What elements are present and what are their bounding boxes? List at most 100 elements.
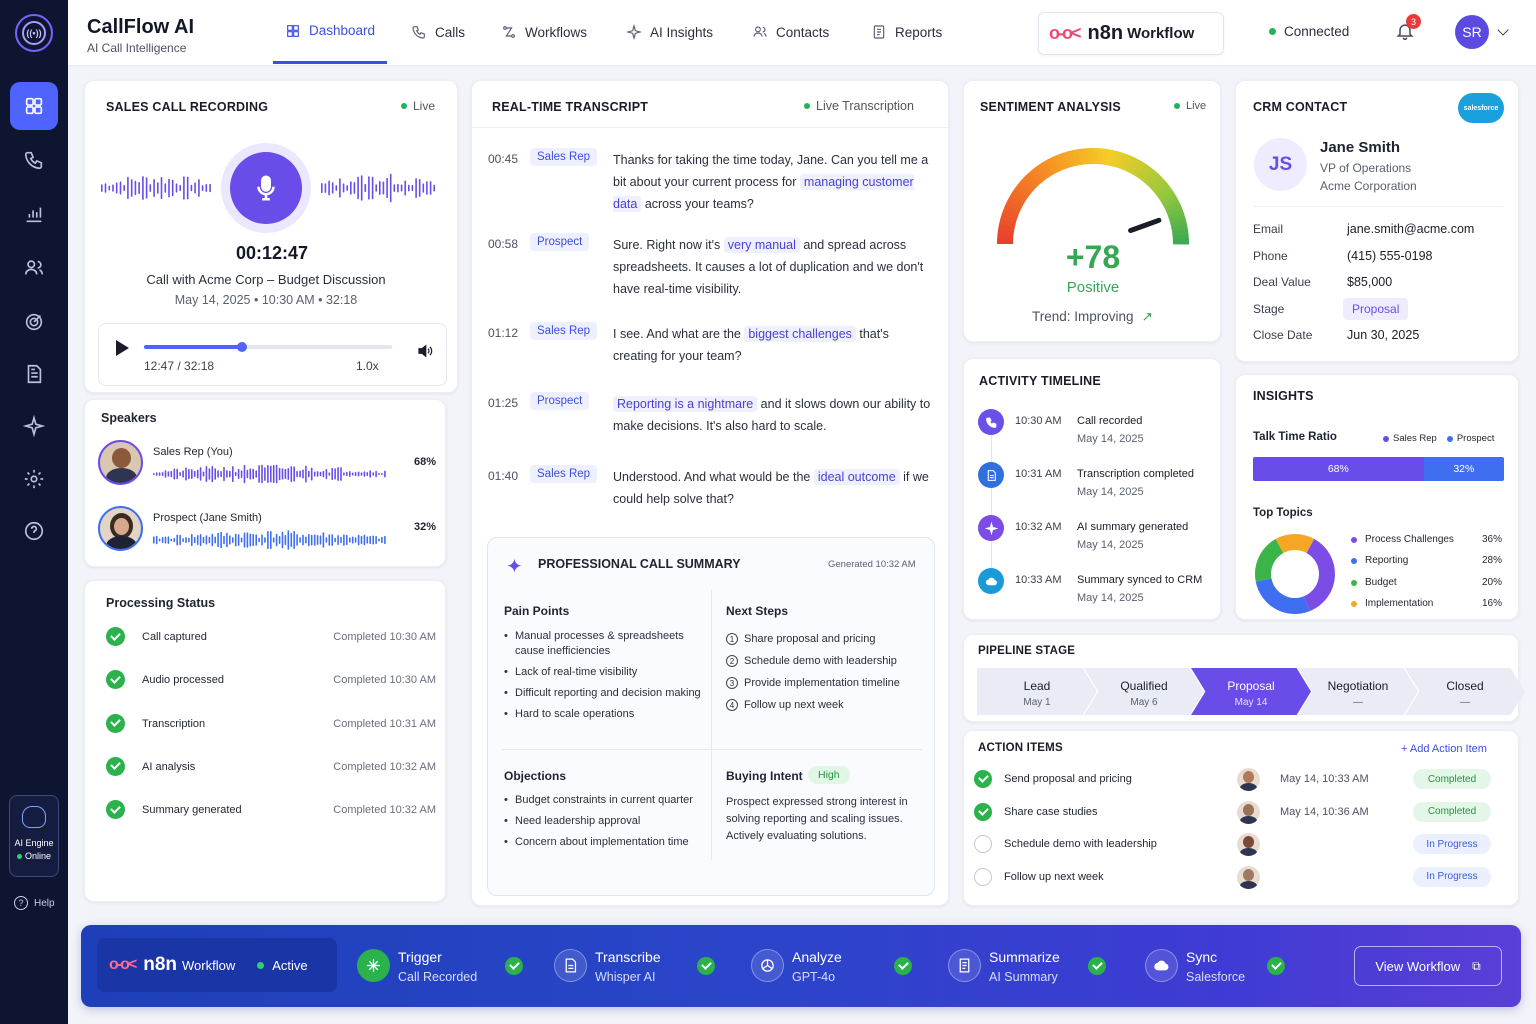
gauge-segment [1012, 187, 1029, 201]
sidebar-settings-icon[interactable] [10, 455, 58, 503]
waveform-bar [278, 467, 281, 481]
n8n-workflow-bar: o-o< n8n Workflow Active Trigger Call Rec… [81, 925, 1521, 1007]
waveform-bar [108, 185, 111, 191]
waveform-bar [186, 176, 189, 200]
waveform-bar [302, 534, 304, 546]
workflow-step-title: Summarize [989, 949, 1060, 965]
waveform-bar [185, 467, 187, 481]
processing-label: Summary generated [142, 804, 242, 817]
speaker-tag: Prospect [530, 233, 590, 251]
waveform-bar [188, 468, 190, 480]
speaker-tag: Prospect [530, 392, 590, 410]
sidebar-phone-icon[interactable] [10, 136, 58, 184]
timeline-event: Call recorded [1077, 415, 1143, 427]
waveform-bar [429, 181, 432, 195]
waveform-bar [214, 468, 216, 480]
waveform-bar [270, 465, 272, 483]
nav-reports[interactable]: Reports [871, 0, 942, 64]
waveform-bar [264, 537, 266, 543]
waveform-bar [354, 537, 357, 543]
step-number-icon: 4 [726, 699, 738, 711]
waveform-bar [217, 470, 219, 478]
action-item-label: Follow up next week [1004, 870, 1104, 883]
microphone-button[interactable] [221, 143, 311, 233]
nav-contacts[interactable]: Contacts [752, 0, 829, 64]
openai-icon [751, 949, 784, 982]
waveform-bar [319, 535, 322, 545]
view-workflow-button[interactable]: View Workflow ⧉ [1354, 946, 1502, 986]
transcript-title: REAL-TIME TRANSCRIPT [492, 100, 649, 114]
nav-calls[interactable]: Calls [411, 0, 465, 64]
sidebar-help-icon[interactable] [10, 507, 58, 555]
processing-status-card: Processing Status Call captured Completed… [84, 580, 446, 902]
call-meta: May 14, 2025 • 10:30 AM • 32:18 [174, 293, 358, 307]
nav-ai-insights[interactable]: AI Insights [626, 0, 713, 64]
playback-track[interactable] [144, 342, 392, 352]
gauge-segment [1166, 204, 1183, 216]
waveform-bar [284, 534, 287, 546]
nav-workflows[interactable]: Workflows [501, 0, 587, 64]
play-button[interactable] [116, 340, 129, 356]
step-complete-icon [894, 957, 912, 975]
waveform-bar [211, 465, 214, 483]
add-action-item-button[interactable]: + Add Action Item [1401, 743, 1487, 755]
check-circle-icon [106, 800, 125, 820]
waveform-bar [404, 180, 406, 196]
gauge-segment [1136, 163, 1150, 180]
sidebar-dashboard-icon[interactable] [10, 82, 58, 130]
waveform-bar [331, 467, 333, 480]
topic-percent: 16% [1481, 597, 1502, 609]
nav-dashboard[interactable]: Dashboard [273, 0, 388, 64]
sidebar-contacts-icon[interactable] [10, 244, 58, 292]
workflow-icon [503, 26, 515, 38]
sidebar: ((•)) AI Engine Online ? Help [0, 0, 68, 1024]
sidebar-target-icon[interactable] [10, 298, 58, 346]
waveform-bar [232, 537, 234, 543]
grid-icon [287, 24, 299, 37]
waveform-bar [179, 184, 181, 192]
waveform-bar [426, 181, 428, 195]
n8n-workflow-badge[interactable]: o-o< n8n Workflow [1038, 12, 1224, 55]
waveform-bar [220, 531, 222, 549]
sidebar-analytics-icon[interactable] [10, 190, 58, 238]
notifications-button[interactable]: 3 [1395, 14, 1421, 43]
waveform-bar [158, 538, 161, 542]
topic-percent: 20% [1481, 576, 1502, 588]
user-avatar[interactable]: SR [1455, 15, 1489, 49]
action-items-title: ACTION ITEMS [978, 742, 1063, 754]
check-circle-icon[interactable] [974, 802, 992, 821]
next-steps-list: 1 Share proposal and pricing 2 Schedule dem… [726, 628, 900, 716]
speakers-card: Speakers Sales Rep (You) 68% Prospect (J… [84, 399, 446, 567]
waveform-bar [378, 472, 380, 475]
assignee-avatar [1237, 833, 1260, 856]
playback-handle[interactable] [237, 342, 248, 352]
connection-status: Connected [1269, 24, 1349, 39]
chevron-down-icon[interactable] [1497, 24, 1509, 36]
ai-engine-status[interactable]: AI Engine Online [9, 795, 59, 877]
pipeline-stage[interactable]: Negotiation — [1298, 668, 1418, 715]
volume-icon[interactable] [416, 342, 434, 360]
pipeline-stage[interactable]: Proposal May 14 [1191, 668, 1311, 715]
empty-checkbox[interactable] [974, 835, 992, 853]
sidebar-document-icon[interactable] [10, 350, 58, 398]
pipeline-stage[interactable]: Closed — [1405, 668, 1525, 715]
empty-checkbox[interactable] [974, 867, 992, 886]
waveform-bar [340, 467, 342, 481]
sidebar-sparkle-icon[interactable] [10, 402, 58, 450]
waveform-bar [382, 181, 385, 195]
pipeline-stage-name: Lead [1023, 679, 1051, 693]
waveform-bar [104, 183, 107, 193]
next-step-label: Follow up next week [744, 699, 844, 711]
check-circle-icon[interactable] [974, 770, 992, 788]
app-logo[interactable]: ((•)) [15, 14, 53, 52]
topic-color-dot [1351, 537, 1357, 543]
waveform-bar [170, 538, 173, 542]
pipeline-stage[interactable]: Lead May 1 [977, 668, 1097, 715]
help-link[interactable]: ? Help [14, 896, 55, 910]
playback-speed[interactable]: 1.0x [356, 359, 379, 373]
waveform-bar [182, 538, 184, 542]
timeline-event: Summary synced to CRM [1077, 574, 1203, 586]
waveform-bar [205, 184, 208, 192]
next-step: 2 Schedule demo with leadership [726, 650, 900, 672]
pipeline-stage[interactable]: Qualified May 6 [1084, 668, 1204, 715]
